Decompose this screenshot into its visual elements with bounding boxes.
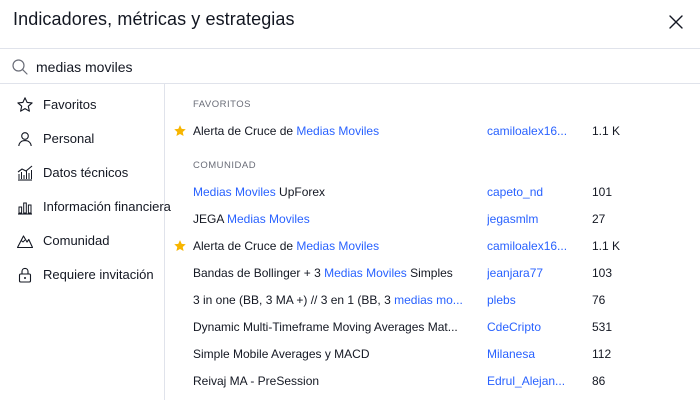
sidebar-item-requiere-invitacion[interactable]: Requiere invitación: [0, 260, 164, 290]
sidebar-item-datos-tecnicos[interactable]: Datos técnicos: [0, 158, 164, 188]
sidebar-item-informacion-financiera[interactable]: Información financiera: [0, 192, 171, 222]
script-title: Alerta de Cruce de Medias Moviles: [193, 124, 380, 138]
list-item[interactable]: Medias Moviles UpForex capeto_nd 101: [166, 179, 700, 206]
star-filled-icon[interactable]: [173, 239, 187, 253]
script-title: JEGA Medias Moviles: [193, 212, 310, 226]
search-input[interactable]: [36, 56, 676, 78]
sidebar-item-label: Datos técnicos: [43, 165, 129, 180]
author-link[interactable]: plebs: [487, 293, 577, 307]
section-heading-comunidad: COMUNIDAD: [193, 160, 257, 171]
mountain-icon: [15, 231, 35, 251]
dialog-header: Indicadores, métricas y estrategias: [0, 0, 700, 48]
results-panel: FAVORITOS Alerta de Cruce de Medias Movi…: [166, 84, 700, 400]
user-icon: [15, 129, 35, 149]
likes-count: 76: [592, 293, 606, 307]
script-title: Simple Mobile Averages y MACD: [193, 347, 370, 361]
author-link[interactable]: CdeCripto: [487, 320, 577, 334]
author-link[interactable]: Edrul_Alejan...: [487, 374, 577, 388]
list-item[interactable]: Bandas de Bollinger + 3 Medias Moviles S…: [166, 260, 700, 287]
list-item[interactable]: Reivaj MA - PreSession Edrul_Alejan... 8…: [166, 368, 700, 395]
lock-icon: [15, 265, 35, 285]
list-item[interactable]: Alerta de Cruce de Medias Moviles camilo…: [166, 233, 700, 260]
bar-chart-icon: [15, 197, 35, 217]
author-link[interactable]: Milanesa: [487, 347, 577, 361]
sidebar-item-personal[interactable]: Personal: [0, 124, 164, 154]
script-title: Medias Moviles UpForex: [193, 185, 326, 199]
sidebar-item-label: Favoritos: [43, 97, 97, 112]
likes-count: 27: [592, 212, 606, 226]
close-icon: [669, 15, 683, 29]
sidebar-item-comunidad[interactable]: Comunidad: [0, 226, 164, 256]
author-link[interactable]: jeanjara77: [487, 266, 577, 280]
script-title: 3 in one (BB, 3 MA +) // 3 en 1 (BB, 3 m…: [193, 293, 463, 307]
close-button[interactable]: [662, 8, 690, 36]
script-title: Dynamic Multi-Timeframe Moving Averages …: [193, 320, 458, 334]
list-item[interactable]: JEGA Medias Moviles jegasmlm 27: [166, 206, 700, 233]
likes-count: 1.1 K: [592, 124, 621, 138]
likes-count: 86: [592, 374, 606, 388]
list-item[interactable]: Alerta de Cruce de Medias Moviles camilo…: [166, 118, 700, 145]
category-sidebar: Favoritos Personal Datos técnicos Inform…: [0, 84, 171, 400]
search-icon: [12, 59, 28, 75]
list-item[interactable]: Simple Mobile Averages y MACD Milanesa 1…: [166, 341, 700, 368]
sidebar-item-label: Información financiera: [43, 199, 171, 214]
search-bar: [0, 48, 700, 84]
sidebar-item-label: Comunidad: [43, 233, 110, 248]
sidebar-item-label: Personal: [43, 131, 95, 146]
likes-count: 103: [592, 266, 613, 280]
script-title: Alerta de Cruce de Medias Moviles: [193, 239, 380, 253]
likes-count: 112: [592, 347, 612, 361]
sidebar-item-favoritos[interactable]: Favoritos: [0, 90, 164, 120]
list-item[interactable]: 3 in one (BB, 3 MA +) // 3 en 1 (BB, 3 m…: [166, 287, 700, 314]
script-title: Bandas de Bollinger + 3 Medias Moviles S…: [193, 266, 453, 280]
technicals-chart-icon: [15, 163, 35, 183]
star-filled-icon[interactable]: [173, 124, 187, 138]
sidebar-item-label: Requiere invitación: [43, 267, 154, 282]
author-link[interactable]: camiloalex16...: [487, 124, 577, 138]
likes-count: 101: [592, 185, 613, 199]
author-link[interactable]: camiloalex16...: [487, 239, 577, 253]
star-outline-icon: [15, 95, 35, 115]
author-link[interactable]: jegasmlm: [487, 212, 577, 226]
script-title: Reivaj MA - PreSession: [193, 374, 320, 388]
likes-count: 1.1 K: [592, 239, 621, 253]
likes-count: 531: [592, 320, 613, 334]
section-heading-favoritos: FAVORITOS: [193, 99, 251, 110]
dialog-title: Indicadores, métricas y estrategias: [13, 9, 295, 29]
author-link[interactable]: capeto_nd: [487, 185, 577, 199]
list-item[interactable]: Dynamic Multi-Timeframe Moving Averages …: [166, 314, 700, 341]
